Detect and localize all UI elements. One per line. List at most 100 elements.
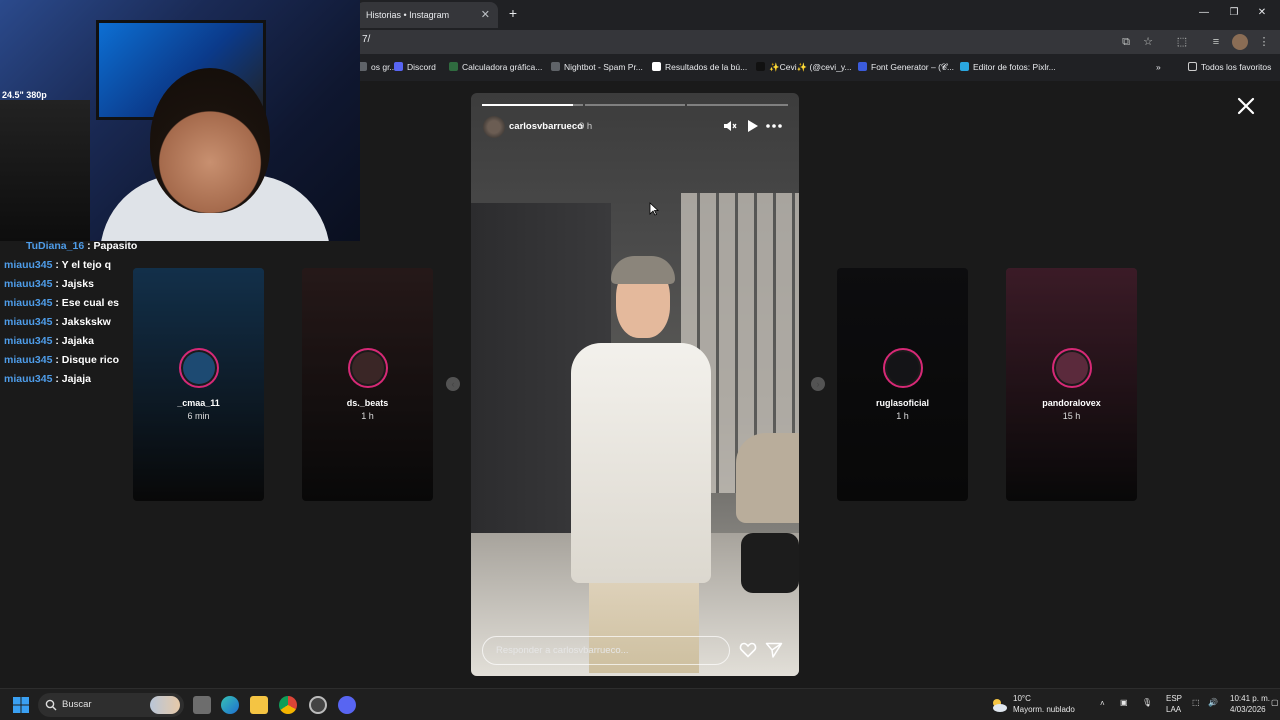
bookmark-item[interactable]: Font Generator – (𝓒... bbox=[858, 59, 954, 75]
clock-date[interactable]: 4/03/2026 bbox=[1230, 705, 1266, 715]
chat-text: Disque rico bbox=[61, 354, 119, 366]
tray-app-icon[interactable]: ▣ bbox=[1120, 698, 1128, 708]
story-preview-avatar bbox=[347, 348, 388, 388]
chat-message: TuDiana_16 : Papasito bbox=[0, 237, 150, 256]
send-share-icon[interactable] bbox=[765, 641, 783, 659]
extensions-icon[interactable]: ⬚ bbox=[1174, 34, 1190, 50]
bookmarks-overflow-icon[interactable]: » bbox=[1156, 59, 1161, 75]
bookmark-item[interactable]: Resultados de la bú... bbox=[652, 59, 747, 75]
story-preview-username: _cmaa_11 bbox=[177, 398, 220, 408]
microphone-icon[interactable]: 🎙 bbox=[1142, 698, 1152, 708]
chat-username[interactable]: miauu345 bbox=[4, 259, 52, 271]
bookmark-favicon-icon bbox=[394, 62, 403, 71]
chat-text: Y el tejo q bbox=[61, 259, 112, 271]
folder-icon bbox=[1188, 62, 1197, 71]
tab-close-icon[interactable]: ✕ bbox=[481, 2, 490, 28]
chat-separator: : bbox=[52, 373, 62, 385]
edge-icon[interactable] bbox=[221, 696, 239, 714]
chat-text: Jajsks bbox=[61, 278, 94, 290]
discord-taskbar-icon[interactable] bbox=[338, 696, 356, 714]
main-story[interactable]: carlosvbarrueco 9 h Responder a carlosvb… bbox=[471, 93, 799, 676]
media-control-icon[interactable]: ≡ bbox=[1208, 34, 1224, 50]
story-preview-avatar bbox=[882, 348, 923, 388]
url-text[interactable]: 7/ bbox=[362, 34, 370, 45]
story-preview-username: ds._beats bbox=[346, 398, 389, 408]
weather-cloud-icon[interactable] bbox=[990, 697, 1008, 713]
next-story-icon[interactable]: › bbox=[811, 377, 825, 391]
volume-icon[interactable]: 🔊 bbox=[1208, 698, 1218, 708]
mute-icon[interactable] bbox=[723, 119, 737, 133]
story-author-name[interactable]: carlosvbarrueco bbox=[509, 121, 583, 132]
file-explorer-icon[interactable] bbox=[250, 696, 268, 714]
webcam-overlay: 24.5" 380p bbox=[0, 0, 360, 241]
weather-temp: 10°C bbox=[1013, 694, 1031, 703]
chat-username[interactable]: TuDiana_16 bbox=[26, 240, 84, 252]
chat-username[interactable]: miauu345 bbox=[4, 278, 52, 290]
story-author-avatar[interactable] bbox=[483, 116, 505, 138]
chat-message: miauu345 : Y el tejo q bbox=[0, 256, 150, 275]
minimize-icon[interactable]: — bbox=[1196, 6, 1212, 20]
obs-icon[interactable] bbox=[309, 696, 327, 714]
restore-icon[interactable]: ❐ bbox=[1226, 6, 1242, 20]
chrome-icon[interactable] bbox=[279, 696, 297, 714]
background-pc bbox=[0, 100, 90, 241]
display-icon[interactable]: ⬚ bbox=[1192, 698, 1200, 708]
bookmark-star-icon[interactable]: ☆ bbox=[1140, 34, 1156, 50]
bookmark-item[interactable]: ✨Cevi✨ (@cevi_y... bbox=[756, 59, 852, 75]
story-bag bbox=[741, 533, 799, 593]
close-stories-icon[interactable] bbox=[1236, 96, 1256, 116]
story-progress-segment bbox=[687, 104, 788, 106]
story-preview-avatar bbox=[178, 348, 219, 388]
story-preview-username: ruglasoficial bbox=[875, 398, 929, 408]
chat-username[interactable]: miauu345 bbox=[4, 316, 52, 328]
chat-username[interactable]: miauu345 bbox=[4, 335, 52, 347]
story-preview-card[interactable]: ruglasoficial 1 h bbox=[837, 268, 968, 501]
story-preview-card[interactable]: _cmaa_11 6 min bbox=[133, 268, 264, 501]
profile-avatar-icon[interactable] bbox=[1232, 34, 1248, 50]
chat-separator: : bbox=[52, 278, 62, 290]
chat-username[interactable]: miauu345 bbox=[4, 354, 52, 366]
bookmark-favicon-icon bbox=[551, 62, 560, 71]
story-preview-card[interactable]: ds._beats 1 h bbox=[302, 268, 433, 501]
language-code[interactable]: ESP bbox=[1166, 694, 1182, 704]
windows-taskbar: Buscar 10°C Mayorm. nublado ˄ ▣ 🎙 ESP LA… bbox=[0, 688, 1280, 720]
like-heart-icon[interactable] bbox=[739, 641, 757, 659]
chat-username[interactable]: miauu345 bbox=[4, 297, 52, 309]
window-close-icon[interactable]: ✕ bbox=[1254, 6, 1270, 20]
cast-icon[interactable]: ⧉ bbox=[1118, 34, 1134, 50]
story-time: 9 h bbox=[579, 121, 593, 132]
chat-text: Jakskskw bbox=[61, 316, 111, 328]
notifications-icon[interactable]: ▢ bbox=[1271, 698, 1279, 708]
story-person-hair bbox=[611, 256, 675, 284]
story-person-jacket bbox=[571, 343, 711, 583]
bookmark-item[interactable]: Nightbot - Spam Pr... bbox=[551, 59, 643, 75]
new-tab-button[interactable]: + bbox=[505, 5, 521, 21]
task-view-icon[interactable] bbox=[193, 696, 211, 714]
story-preview-time: 1 h bbox=[896, 411, 909, 421]
bookmark-item[interactable]: Discord bbox=[394, 59, 436, 75]
bookmark-item[interactable]: os gr... bbox=[358, 59, 397, 75]
reply-input[interactable]: Responder a carlosvbarrueco... bbox=[482, 636, 730, 665]
all-bookmarks-folder[interactable]: Todos los favoritos bbox=[1188, 59, 1271, 75]
bookmark-item[interactable]: Editor de fotos: Pixlr... bbox=[960, 59, 1056, 75]
clock-time[interactable]: 10:41 p. m. bbox=[1230, 694, 1270, 704]
bookmark-label: ✨Cevi✨ (@cevi_y... bbox=[769, 62, 852, 72]
story-preview-card[interactable]: pandoralovex 15 h bbox=[1006, 268, 1137, 501]
bookmark-item[interactable]: Calculadora gráfica... bbox=[449, 59, 542, 75]
tab-instagram[interactable]: Historias • Instagram ✕ bbox=[356, 2, 498, 28]
more-options-icon[interactable] bbox=[765, 119, 783, 133]
address-bar[interactable]: 7/ ⧉ ☆ ⬚ ≡ ⋮ bbox=[356, 30, 1280, 54]
taskbar-search[interactable]: Buscar bbox=[38, 693, 184, 717]
bookmark-favicon-icon bbox=[756, 62, 765, 71]
story-progress-fill bbox=[482, 104, 573, 106]
chat-separator: : bbox=[52, 259, 62, 271]
keyboard-layout[interactable]: LAA bbox=[1166, 705, 1181, 715]
menu-kebab-icon[interactable]: ⋮ bbox=[1256, 34, 1272, 50]
bookmark-favicon-icon bbox=[652, 62, 661, 71]
tray-expand-icon[interactable]: ˄ bbox=[1100, 699, 1105, 709]
chat-username[interactable]: miauu345 bbox=[4, 373, 52, 385]
play-icon[interactable] bbox=[745, 119, 759, 133]
search-icon bbox=[45, 699, 57, 711]
windows-start-icon[interactable] bbox=[12, 696, 30, 714]
previous-story-icon[interactable]: ‹ bbox=[446, 377, 460, 391]
